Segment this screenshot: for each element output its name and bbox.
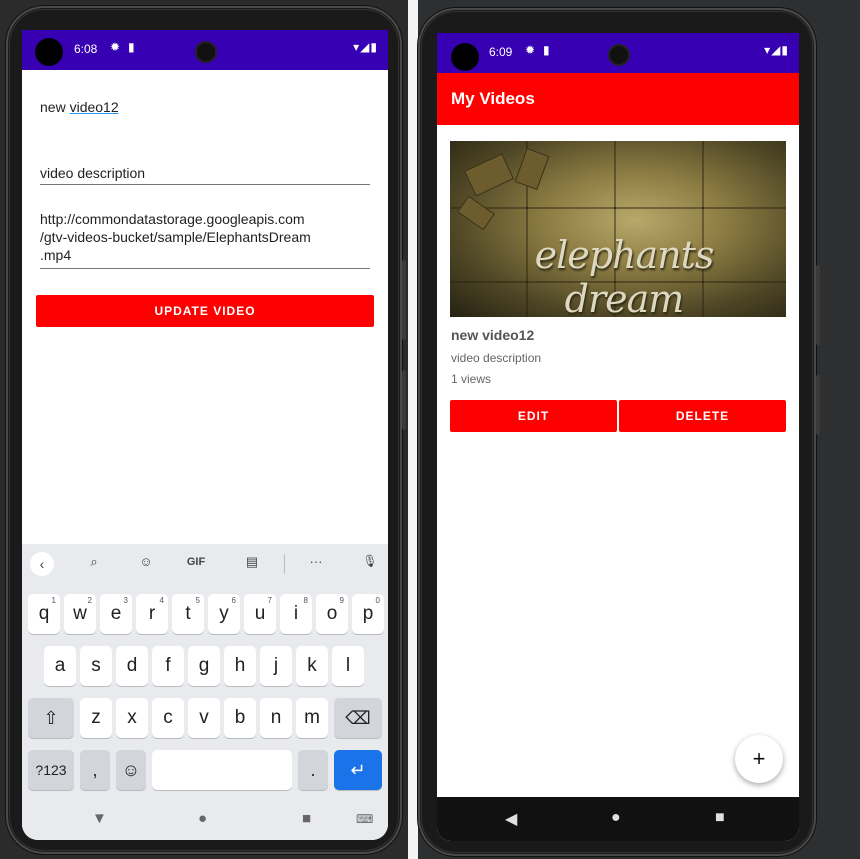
key-y[interactable]: y6 — [208, 594, 240, 634]
more-icon[interactable]: ··· — [304, 554, 328, 569]
nav-recents-icon[interactable]: ■ — [302, 810, 311, 827]
left-phone-volume-button — [402, 260, 406, 340]
key-i[interactable]: i8 — [280, 594, 312, 634]
key-d[interactable]: d — [116, 646, 148, 686]
key-o[interactable]: o9 — [316, 594, 348, 634]
edit-button[interactable]: EDIT — [450, 400, 617, 432]
key-h[interactable]: h — [224, 646, 256, 686]
nav-back-icon[interactable]: ◀ — [505, 809, 517, 829]
shift-key[interactable]: ⇧ — [28, 698, 74, 738]
key-x[interactable]: x — [116, 698, 148, 738]
video-views: 1 views — [451, 372, 492, 386]
update-video-button[interactable]: UPDATE VIDEO — [36, 295, 374, 327]
key-e[interactable]: e3 — [100, 594, 132, 634]
camera-cutout — [35, 38, 63, 66]
video-description: video description — [451, 351, 542, 365]
sd-card-icon: ▮ — [543, 43, 550, 57]
front-camera — [195, 41, 217, 63]
period-key[interactable]: . — [298, 750, 328, 790]
sd-card-icon: ▮ — [128, 40, 135, 54]
navigation-bar: ◀ ● ■ — [437, 797, 799, 841]
key-m[interactable]: m — [296, 698, 328, 738]
keyboard-toolbar: ‹ ⌕ ☺ GIF ▤ ··· 🎙 — [22, 544, 388, 584]
left-phone-power-button — [402, 370, 406, 430]
gif-button[interactable]: GIF — [184, 556, 208, 568]
camera-cutout — [451, 43, 479, 71]
screenshot-divider — [408, 0, 418, 859]
nav-home-icon[interactable]: ● — [198, 810, 207, 827]
status-bar: 6:09 ✹ ▮ ▾◢▮ — [437, 33, 799, 73]
left-screen: 6:08 ✹ ▮ ▾◢▮ new video12 video descripti… — [22, 30, 388, 840]
nav-back-icon[interactable]: ▼ — [92, 810, 107, 827]
toolbar-separator — [284, 554, 285, 574]
settings-icon: ✹ — [525, 43, 536, 57]
key-w[interactable]: w2 — [64, 594, 96, 634]
soft-keyboard: ‹ ⌕ ☺ GIF ▤ ··· 🎙 q1w2e3r4t5y6u7i8o9p0 a… — [22, 544, 388, 840]
status-bar: 6:08 ✹ ▮ ▾◢▮ — [22, 30, 388, 70]
status-time: 6:08 — [74, 42, 98, 56]
backspace-key[interactable]: ⌫ — [334, 698, 382, 738]
add-video-fab[interactable]: + — [735, 735, 783, 783]
right-screen: 6:09 ✹ ▮ ▾◢▮ My Videos elephants dream n… — [437, 33, 799, 841]
key-p[interactable]: p0 — [352, 594, 384, 634]
app-bar: My Videos — [437, 73, 799, 125]
nav-home-icon[interactable]: ● — [611, 809, 621, 827]
key-n[interactable]: n — [260, 698, 292, 738]
key-a[interactable]: a — [44, 646, 76, 686]
front-camera — [608, 44, 630, 66]
description-underline — [40, 184, 370, 185]
comma-key[interactable]: , — [80, 750, 110, 790]
key-k[interactable]: k — [296, 646, 328, 686]
microphone-icon[interactable]: 🎙 — [358, 554, 382, 568]
key-l[interactable]: l — [332, 646, 364, 686]
key-g[interactable]: g — [188, 646, 220, 686]
emoji-key[interactable]: ☺ — [116, 750, 146, 790]
video-description-field[interactable]: video description — [40, 164, 370, 182]
key-u[interactable]: u7 — [244, 594, 276, 634]
key-b[interactable]: b — [224, 698, 256, 738]
right-phone-power-button — [816, 375, 820, 435]
symbols-key[interactable]: ?123 — [28, 750, 74, 790]
key-r[interactable]: r4 — [136, 594, 168, 634]
key-t[interactable]: t5 — [172, 594, 204, 634]
key-j[interactable]: j — [260, 646, 292, 686]
sticker-icon[interactable]: ☺ — [134, 554, 158, 569]
key-z[interactable]: z — [80, 698, 112, 738]
nav-recents-icon[interactable]: ■ — [715, 809, 725, 827]
navigation-bar: ▼ ● ■ ⌨ — [22, 798, 388, 840]
status-time: 6:09 — [489, 45, 513, 59]
keyboard-switch-icon[interactable]: ⌨ — [356, 812, 373, 826]
video-thumbnail[interactable]: elephants dream — [450, 141, 786, 317]
enter-key[interactable]: ↵ — [334, 750, 382, 790]
key-q[interactable]: q1 — [28, 594, 60, 634]
key-c[interactable]: c — [152, 698, 184, 738]
signal-battery-icons: ▾◢▮ — [764, 43, 789, 57]
key-s[interactable]: s — [80, 646, 112, 686]
clipboard-icon[interactable]: ▤ — [240, 554, 264, 570]
video-title: new video12 — [451, 327, 535, 343]
delete-button[interactable]: DELETE — [619, 400, 786, 432]
key-f[interactable]: f — [152, 646, 184, 686]
url-underline — [40, 268, 370, 269]
video-url-field[interactable]: http://commondatastorage.googleapis.com … — [40, 210, 370, 264]
video-title-field[interactable]: new video12 — [40, 98, 370, 116]
key-v[interactable]: v — [188, 698, 220, 738]
settings-icon: ✹ — [110, 40, 121, 54]
thumbnail-title-text: elephants dream — [534, 233, 715, 317]
keyboard-collapse-icon[interactable]: ‹ — [30, 552, 54, 576]
right-phone-volume-button — [816, 265, 820, 345]
signal-battery-icons: ▾◢▮ — [353, 40, 378, 54]
app-title: My Videos — [451, 89, 535, 108]
search-icon[interactable]: ⌕ — [82, 554, 106, 570]
spacebar[interactable] — [152, 750, 292, 790]
